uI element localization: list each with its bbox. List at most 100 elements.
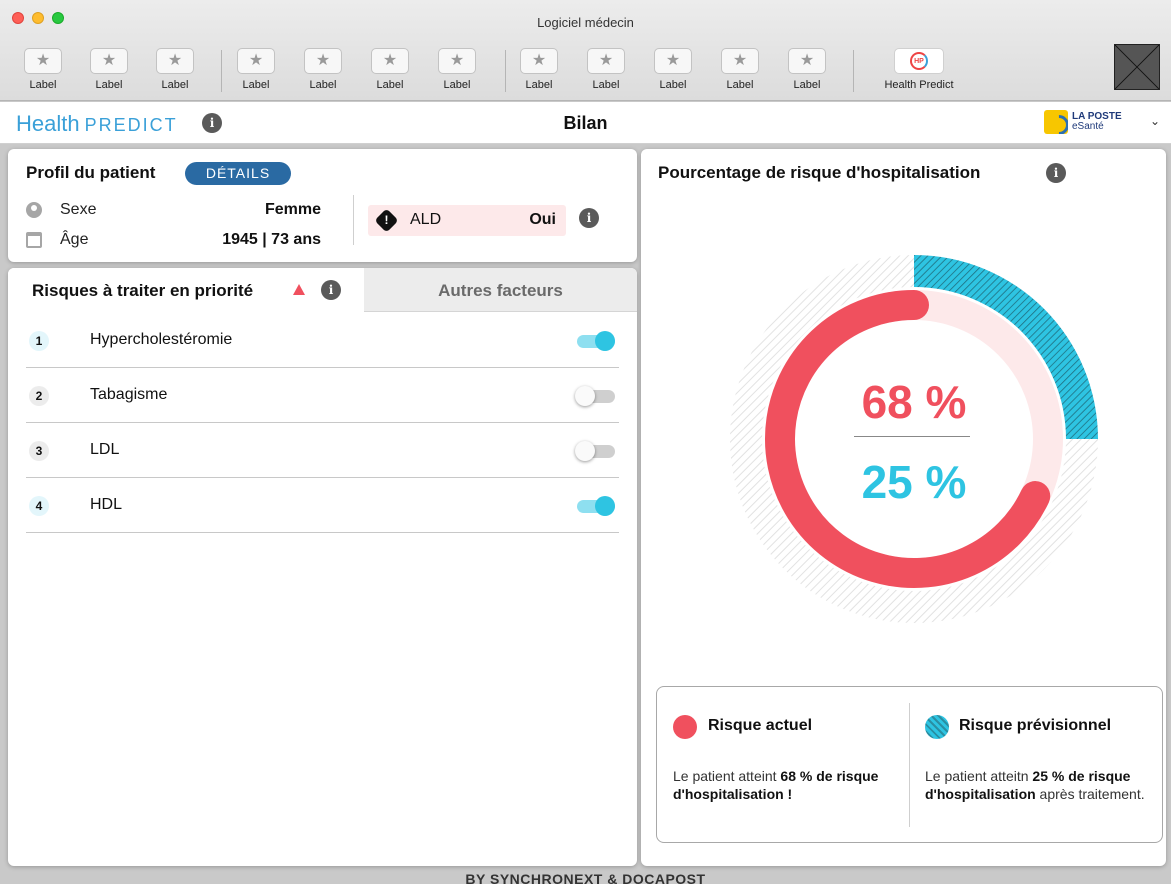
star-icon: ★ bbox=[237, 48, 275, 74]
patient-profile-card: Profil du patient DÉTAILS Sexe Femme Âge… bbox=[8, 149, 637, 262]
risk-toggle[interactable] bbox=[575, 496, 615, 516]
risk-factors-panel: Risques à traiter en priorité i Autres f… bbox=[8, 268, 637, 866]
toolbar-button-label: Label bbox=[29, 79, 57, 91]
toolbar-button-5[interactable]: ★ Label bbox=[301, 48, 345, 92]
info-icon[interactable]: i bbox=[1046, 163, 1066, 183]
details-button[interactable]: DÉTAILS bbox=[185, 162, 291, 185]
risk-number: 2 bbox=[29, 386, 49, 406]
window-titlebar: Logiciel médecin ★ Label ★ Label ★ Label ★ L… bbox=[0, 0, 1171, 101]
star-icon: ★ bbox=[654, 48, 692, 74]
star-icon: ★ bbox=[371, 48, 409, 74]
health-predict-logo-icon: HP bbox=[894, 48, 944, 74]
star-icon: ★ bbox=[721, 48, 759, 74]
star-icon: ★ bbox=[304, 48, 342, 74]
risk-number: 3 bbox=[29, 441, 49, 461]
sex-label: Sexe bbox=[60, 201, 97, 218]
alert-badge-icon bbox=[374, 208, 399, 233]
toolbar-button-label: Label bbox=[726, 79, 754, 91]
forecast-risk-text-end: après traitement. bbox=[1035, 786, 1145, 802]
info-icon[interactable]: i bbox=[579, 208, 599, 228]
risk-legend: Risque actuel Le patient atteint 68 % de… bbox=[656, 686, 1163, 843]
toolbar-button-2[interactable]: ★ Label bbox=[87, 48, 131, 92]
toolbar-button-6[interactable]: ★ Label bbox=[368, 48, 412, 92]
toolbar-button-10[interactable]: ★ Label bbox=[651, 48, 695, 92]
forecast-risk-dot-icon bbox=[925, 715, 949, 739]
toolbar-button-label: Label bbox=[376, 79, 404, 91]
health-predict-logo: HP bbox=[910, 52, 928, 70]
warning-icon bbox=[293, 284, 305, 295]
profile-title: Profil du patient bbox=[26, 163, 156, 182]
toolbar-button-4[interactable]: ★ Label bbox=[234, 48, 278, 92]
current-risk-text: Le patient atteint bbox=[673, 768, 781, 784]
age-value: 1945 | 73 ans bbox=[222, 231, 321, 248]
toolbar-button-label: Label bbox=[592, 79, 620, 91]
star-icon: ★ bbox=[156, 48, 194, 74]
toolbar-button-7[interactable]: ★ Label bbox=[435, 48, 479, 92]
sex-value: Femme bbox=[264, 201, 321, 218]
risk-name: Tabagisme bbox=[90, 386, 168, 403]
sex-row: Sexe Femme bbox=[26, 199, 321, 223]
hospitalisation-risk-panel: Pourcentage de risque d'hospitalisation … bbox=[641, 149, 1166, 866]
current-risk-description: Le patient atteint 68 % de risque d'hosp… bbox=[673, 767, 883, 803]
toolbar-button-12[interactable]: ★ Label bbox=[785, 48, 829, 92]
divider bbox=[353, 195, 354, 245]
health-predict-brand: Health PREDICT bbox=[16, 111, 178, 137]
toolbar-button-3[interactable]: ★ Label bbox=[153, 48, 197, 92]
tab-label: Autres facteurs bbox=[438, 281, 563, 300]
risk-donut-chart bbox=[730, 255, 1098, 623]
chevron-down-icon[interactable]: ⌄ bbox=[1150, 114, 1160, 128]
risk-panel-title: Pourcentage de risque d'hospitalisation bbox=[658, 163, 981, 182]
health-predict-toolbar-button[interactable]: HP Health Predict bbox=[868, 48, 970, 92]
toolbar-button-1[interactable]: ★ Label bbox=[21, 48, 65, 92]
current-risk-percentage: 68 % bbox=[861, 376, 967, 428]
star-icon: ★ bbox=[587, 48, 625, 74]
toolbar-button-label: Label bbox=[525, 79, 553, 91]
risk-name: HDL bbox=[90, 496, 123, 513]
list-item: 1 Hypercholestéromie bbox=[26, 313, 619, 368]
legend-divider bbox=[909, 703, 910, 827]
toolbar-button-11[interactable]: ★ Label bbox=[718, 48, 762, 92]
star-icon: ★ bbox=[438, 48, 476, 74]
tab-other-factors[interactable]: Autres facteurs bbox=[364, 268, 637, 312]
forecast-risk-title: Risque prévisionnel bbox=[959, 717, 1112, 734]
toolbar-button-label: Label bbox=[95, 79, 123, 91]
ald-value: Oui bbox=[529, 211, 556, 228]
risk-number: 1 bbox=[29, 331, 49, 351]
age-row: Âge 1945 | 73 ans bbox=[26, 229, 321, 253]
info-icon[interactable]: i bbox=[202, 113, 222, 133]
star-icon: ★ bbox=[520, 48, 558, 74]
risk-toggle[interactable] bbox=[575, 441, 615, 461]
app-header: Health PREDICT i Bilan LA POSTE eSanté ⌄ bbox=[0, 102, 1171, 144]
brand-suffix: PREDICT bbox=[84, 115, 178, 135]
health-predict-button-label: Health Predict bbox=[884, 79, 954, 91]
toolbar-button-9[interactable]: ★ Label bbox=[584, 48, 628, 92]
toolbar-separator bbox=[221, 50, 222, 92]
current-risk-dot-icon bbox=[673, 715, 697, 739]
forecast-risk-text: Le patient atteitn bbox=[925, 768, 1033, 784]
percentage-divider bbox=[854, 436, 970, 437]
toolbar-button-label: Label bbox=[443, 79, 471, 91]
calendar-icon bbox=[26, 232, 42, 248]
toolbar-button-label: Label bbox=[793, 79, 821, 91]
partner-subname: eSanté bbox=[1072, 121, 1104, 132]
toolbar-button-label: Label bbox=[309, 79, 337, 91]
toolbar-button-label: Label bbox=[242, 79, 270, 91]
image-placeholder-icon[interactable] bbox=[1114, 44, 1160, 90]
window-title: Logiciel médecin bbox=[537, 15, 634, 30]
current-risk-title: Risque actuel bbox=[708, 717, 813, 734]
partner-logo[interactable]: LA POSTE eSanté bbox=[1044, 110, 1122, 134]
risk-list: 1 Hypercholestéromie 2 Tabagisme 3 LDL 4… bbox=[26, 313, 619, 533]
risk-toggle[interactable] bbox=[575, 386, 615, 406]
tab-label: Risques à traiter en priorité bbox=[32, 281, 254, 300]
toolbar-button-8[interactable]: ★ Label bbox=[517, 48, 561, 92]
toolbar-separator bbox=[853, 50, 854, 92]
forecast-risk-description: Le patient atteitn 25 % de risque d'hosp… bbox=[925, 767, 1155, 803]
tab-priority-risks[interactable]: Risques à traiter en priorité i bbox=[8, 268, 364, 312]
star-icon: ★ bbox=[24, 48, 62, 74]
info-icon[interactable]: i bbox=[321, 280, 341, 300]
list-item: 3 LDL bbox=[26, 423, 619, 478]
star-icon: ★ bbox=[788, 48, 826, 74]
risk-toggle[interactable] bbox=[575, 331, 615, 351]
ald-label: ALD bbox=[410, 211, 442, 228]
risk-name: Hypercholestéromie bbox=[90, 331, 233, 348]
